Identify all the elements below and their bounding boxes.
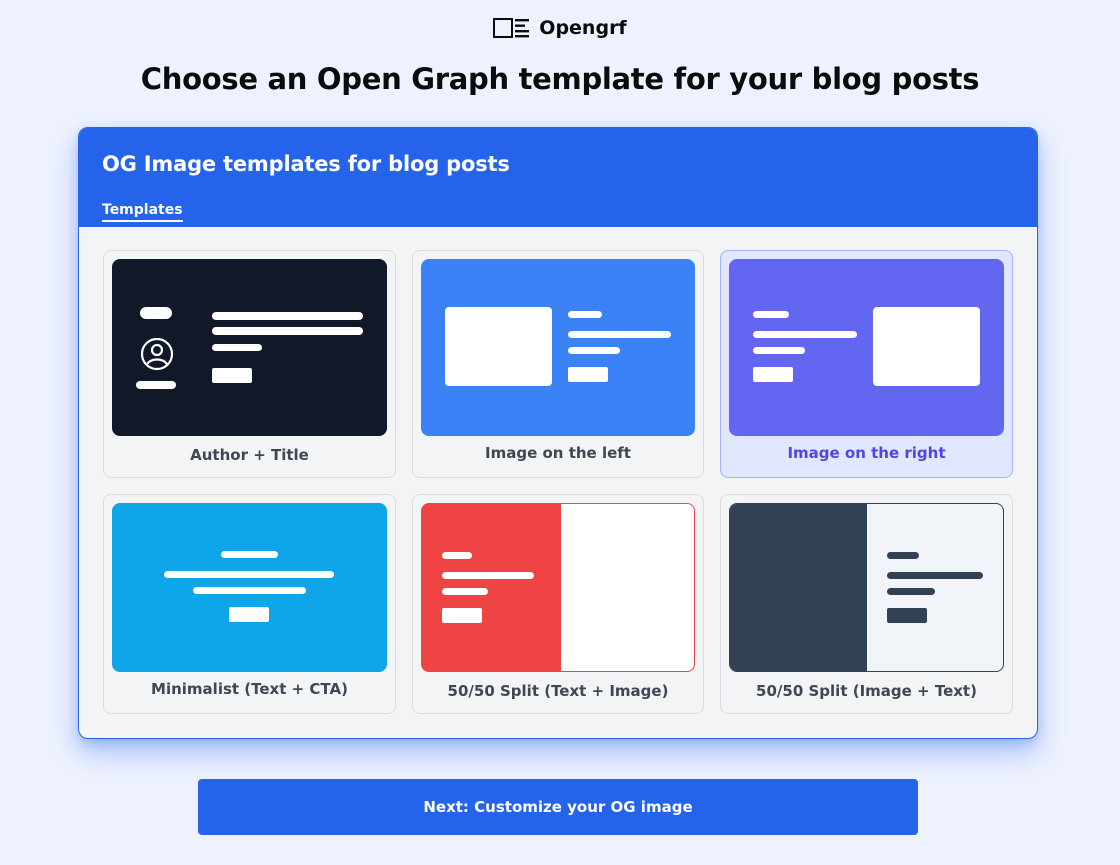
image-placeholder [873, 307, 980, 386]
template-minimalist[interactable]: Minimalist (Text + CTA) [103, 494, 396, 714]
template-label: Minimalist (Text + CTA) [151, 680, 348, 698]
templates-panel: OG Image templates for blog posts Templa… [78, 127, 1038, 739]
template-thumbnail [421, 503, 695, 672]
newspaper-icon [493, 18, 530, 38]
template-label: 50/50 Split (Image + Text) [756, 682, 977, 700]
panel-header: OG Image templates for blog posts Templa… [79, 128, 1037, 227]
template-label: Author + Title [190, 446, 309, 464]
template-thumbnail [729, 503, 1004, 672]
panel-title: OG Image templates for blog posts [102, 152, 510, 176]
template-author-title[interactable]: Author + Title [103, 250, 396, 478]
user-circle-icon [140, 337, 174, 371]
next-button[interactable]: Next: Customize your OG image [198, 779, 918, 835]
template-thumbnail [421, 259, 695, 436]
brand: Opengrf [0, 17, 1120, 39]
template-split-text-image[interactable]: 50/50 Split (Text + Image) [412, 494, 704, 714]
image-placeholder [445, 307, 552, 386]
template-thumbnail [729, 259, 1004, 436]
template-label: Image on the right [787, 444, 946, 462]
template-image-right[interactable]: Image on the right [720, 250, 1013, 478]
image-placeholder [561, 504, 694, 671]
template-thumbnail [112, 259, 387, 436]
template-grid: Author + Title Image on the left Image o… [103, 250, 1013, 714]
template-image-left[interactable]: Image on the left [412, 250, 704, 478]
template-label: 50/50 Split (Text + Image) [447, 682, 669, 700]
tab-templates[interactable]: Templates [102, 202, 183, 222]
brand-name: Opengrf [539, 17, 627, 39]
image-placeholder [730, 504, 867, 671]
template-split-image-text[interactable]: 50/50 Split (Image + Text) [720, 494, 1013, 714]
page-title: Choose an Open Graph template for your b… [140, 62, 980, 96]
template-thumbnail [112, 503, 387, 672]
template-label: Image on the left [485, 444, 631, 462]
